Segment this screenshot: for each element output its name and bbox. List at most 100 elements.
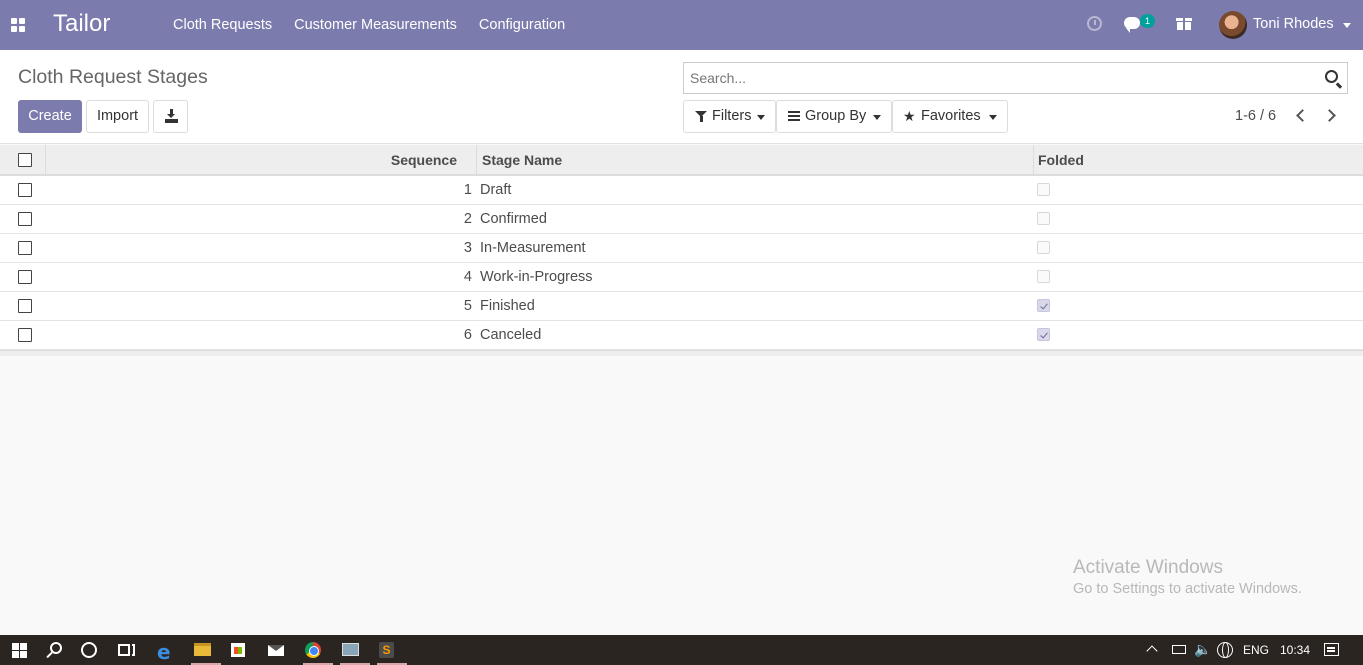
star-icon: ★ <box>903 108 916 124</box>
list-bars-icon <box>788 111 800 121</box>
row-select-checkbox[interactable] <box>18 270 32 284</box>
favorites-dropdown[interactable]: ★ Favorites <box>892 100 1008 133</box>
table-footer <box>0 350 1363 356</box>
column-separator <box>476 145 477 176</box>
control-panel: Cloth Request Stages Create Import Filte… <box>0 50 1363 144</box>
pager-previous-icon[interactable] <box>1296 109 1309 122</box>
task-view-icon[interactable] <box>114 635 150 665</box>
row-stage-name: Confirmed <box>480 211 547 227</box>
pager-next-icon[interactable] <box>1323 109 1336 122</box>
activity-clock-icon[interactable] <box>1087 16 1102 31</box>
folded-checkbox <box>1037 270 1050 283</box>
gift-icon[interactable] <box>1176 16 1192 30</box>
main-menu: Cloth Requests Customer Measurements Con… <box>162 0 576 50</box>
messaging-chat-icon[interactable] <box>1124 17 1140 33</box>
select-all-checkbox[interactable] <box>18 153 32 167</box>
pager-value[interactable]: 1-6 / 6 <box>1235 108 1276 124</box>
row-sequence: 1 <box>463 182 472 198</box>
top-navbar: Tailor Cloth Requests Customer Measureme… <box>0 0 1363 50</box>
row-stage-name: Draft <box>480 182 512 198</box>
show-hidden-icons-chevron-icon[interactable] <box>1146 645 1158 657</box>
group-by-dropdown[interactable]: Group By <box>776 100 892 133</box>
folded-checkbox <box>1037 183 1050 196</box>
row-sequence: 2 <box>463 211 472 227</box>
search-bar <box>683 62 1348 94</box>
chat-counter-badge: 1 <box>1140 14 1155 28</box>
row-select-checkbox[interactable] <box>18 241 32 255</box>
caret-down-icon <box>989 115 997 120</box>
store-icon[interactable] <box>226 635 262 665</box>
input-language[interactable]: ENG <box>1243 643 1269 657</box>
row-select-checkbox[interactable] <box>18 299 32 313</box>
file-explorer-icon[interactable] <box>188 635 224 665</box>
download-icon <box>165 109 178 123</box>
windows-taskbar: e S 🔈 ENG 10:34 <box>0 635 1363 665</box>
caret-down-icon <box>757 115 765 120</box>
clock-time[interactable]: 10:34 <box>1280 643 1310 657</box>
row-stage-name: In-Measurement <box>480 240 586 256</box>
table-row[interactable]: 1 Draft <box>0 176 1363 205</box>
column-header-stage-name[interactable]: Stage Name <box>482 152 562 168</box>
column-header-folded[interactable]: Folded <box>1038 152 1084 168</box>
table-row[interactable]: 4 Work-in-Progress <box>0 263 1363 292</box>
group-by-label: Group By <box>805 108 867 124</box>
caret-down-icon <box>873 115 881 120</box>
row-sequence: 4 <box>463 269 472 285</box>
cortana-icon[interactable] <box>78 635 114 665</box>
caret-down-icon[interactable] <box>1343 23 1351 28</box>
row-stage-name: Finished <box>480 298 535 314</box>
watermark-title: Activate Windows <box>1073 557 1223 578</box>
volume-icon[interactable]: 🔈 <box>1194 641 1211 658</box>
menu-item-configuration[interactable]: Configuration <box>468 0 576 50</box>
import-button[interactable]: Import <box>86 100 149 133</box>
mail-icon[interactable] <box>263 635 299 665</box>
filter-icon <box>695 111 707 122</box>
menu-item-customer-measurements[interactable]: Customer Measurements <box>283 0 468 50</box>
folded-checkbox <box>1037 212 1050 225</box>
row-select-checkbox[interactable] <box>18 328 32 342</box>
folded-checkbox <box>1037 241 1050 254</box>
table-header: Sequence Stage Name Folded <box>0 145 1363 176</box>
network-globe-icon[interactable] <box>1217 642 1233 658</box>
filters-label: Filters <box>712 108 752 124</box>
row-sequence: 3 <box>463 240 472 256</box>
column-separator <box>1033 145 1034 176</box>
row-sequence: 5 <box>463 298 472 314</box>
folded-checkbox <box>1037 299 1050 312</box>
search-icon[interactable] <box>1325 70 1338 83</box>
row-stage-name: Work-in-Progress <box>480 269 593 285</box>
filters-dropdown[interactable]: Filters <box>683 100 776 133</box>
table-row[interactable]: 3 In-Measurement <box>0 234 1363 263</box>
photos-icon[interactable] <box>337 635 373 665</box>
start-icon[interactable] <box>6 635 42 665</box>
row-select-checkbox[interactable] <box>18 183 32 197</box>
search-input[interactable] <box>684 63 1284 93</box>
activate-windows-watermark: Activate Windows Go to Settings to activ… <box>1073 557 1302 597</box>
stages-list-table: Sequence Stage Name Folded 1 Draft 2 Con… <box>0 145 1363 356</box>
user-avatar[interactable] <box>1219 11 1247 39</box>
battery-icon[interactable] <box>1172 645 1186 654</box>
app-brand[interactable]: Tailor <box>53 10 110 38</box>
taskbar-search-icon[interactable] <box>42 635 78 665</box>
favorites-label: Favorites <box>921 108 981 124</box>
table-row[interactable]: 6 Canceled <box>0 321 1363 350</box>
table-row[interactable]: 2 Confirmed <box>0 205 1363 234</box>
table-row[interactable]: 5 Finished <box>0 292 1363 321</box>
row-stage-name: Canceled <box>480 327 542 343</box>
page-title: Cloth Request Stages <box>18 66 208 88</box>
export-download-button[interactable] <box>153 100 188 133</box>
menu-item-cloth-requests[interactable]: Cloth Requests <box>162 0 283 50</box>
chrome-icon[interactable] <box>300 635 336 665</box>
folded-checkbox <box>1037 328 1050 341</box>
sublime-text-icon[interactable]: S <box>374 635 410 665</box>
action-center-icon[interactable] <box>1324 643 1339 656</box>
user-menu-name[interactable]: Toni Rhodes <box>1253 16 1334 32</box>
row-sequence: 6 <box>463 327 472 343</box>
column-header-sequence[interactable]: Sequence <box>391 152 457 168</box>
watermark-subtitle: Go to Settings to activate Windows. <box>1073 581 1302 597</box>
column-separator <box>45 145 46 176</box>
create-button[interactable]: Create <box>18 100 82 133</box>
row-select-checkbox[interactable] <box>18 212 32 226</box>
edge-icon[interactable]: e <box>151 635 187 665</box>
apps-menu-icon[interactable] <box>11 18 25 32</box>
